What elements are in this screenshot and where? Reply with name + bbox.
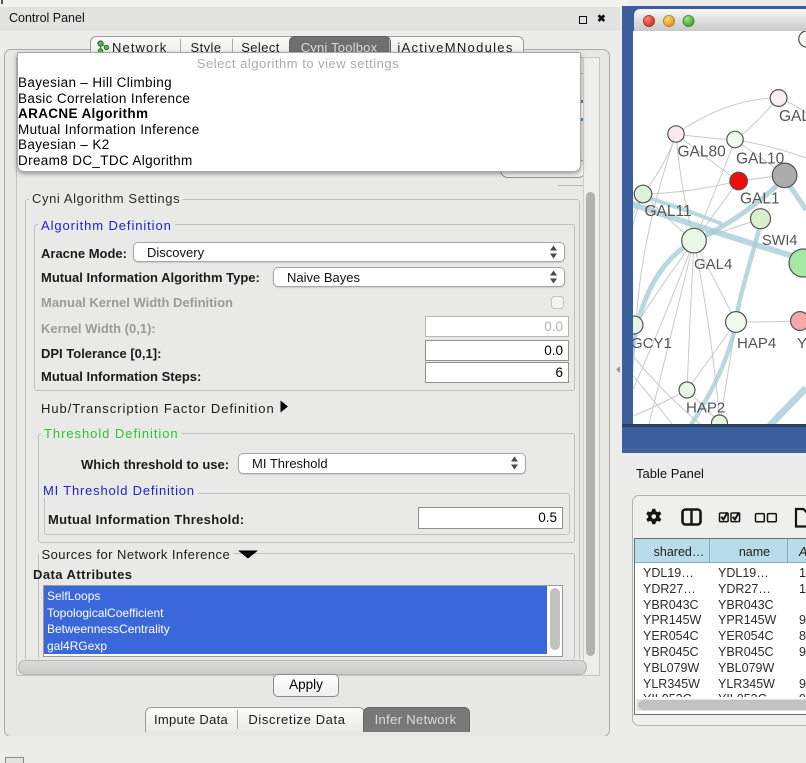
svg-text:GAL4: GAL4 bbox=[694, 256, 732, 273]
svg-text:GCY1: GCY1 bbox=[633, 335, 672, 352]
svg-text:SWI4: SWI4 bbox=[762, 233, 797, 249]
svg-text:GAL2: GAL2 bbox=[779, 108, 806, 125]
svg-text:YML: YML bbox=[797, 335, 806, 352]
svg-text:HAP2: HAP2 bbox=[686, 400, 725, 417]
svg-text:GAL80: GAL80 bbox=[678, 144, 727, 161]
svg-text:HAP4: HAP4 bbox=[737, 335, 776, 352]
svg-text:GAL1: GAL1 bbox=[740, 191, 780, 208]
svg-text:GAL11: GAL11 bbox=[645, 203, 692, 220]
svg-text:GAL10: GAL10 bbox=[736, 151, 785, 168]
